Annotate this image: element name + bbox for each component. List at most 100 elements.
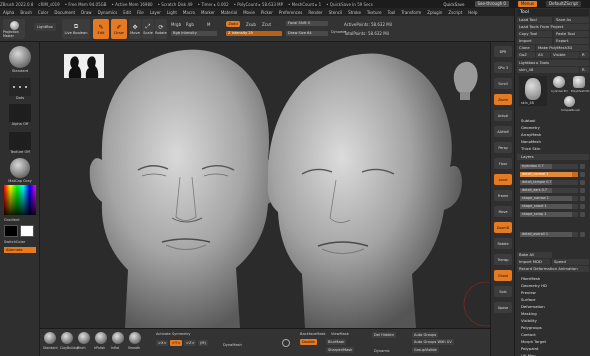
- menu-item[interactable]: Dynamics: [98, 10, 118, 15]
- right-shelf-button[interactable]: Solo: [494, 286, 512, 297]
- draw-size-slider[interactable]: Draw Size 64: [286, 31, 328, 36]
- right-shelf-button[interactable]: AAHalf: [494, 126, 512, 137]
- canvas-viewport[interactable]: [40, 42, 490, 328]
- layer-row[interactable]: detail_overall 1: [520, 232, 578, 237]
- quicksave-button[interactable]: QuickSave: [443, 2, 464, 7]
- menu-item[interactable]: Alpha: [3, 10, 14, 15]
- layer-visibility-icon[interactable]: [580, 180, 585, 185]
- right-shelf-button[interactable]: Transp: [494, 254, 512, 265]
- right-shelf-button[interactable]: Xpose: [494, 302, 512, 313]
- stroke-selector[interactable]: Dots: [3, 78, 37, 100]
- layer-visibility-icon[interactable]: [580, 164, 585, 169]
- right-shelf-button[interactable]: Scroll: [494, 78, 512, 89]
- default-zscript-button[interactable]: DefaultZScript: [546, 1, 581, 7]
- right-shelf-button[interactable]: BPR: [494, 46, 512, 57]
- sym-z-button[interactable]: >Z<: [184, 340, 197, 346]
- mrgb-toggle[interactable]: Mrgb: [171, 22, 181, 27]
- auto-groups-uv-button[interactable]: Auto Groups With UV: [412, 339, 454, 345]
- load-tools-from-project-button[interactable]: Load Tools From Project: [517, 24, 589, 30]
- brush-sphere-icon[interactable]: [95, 332, 107, 344]
- menu-item[interactable]: Movie: [243, 10, 255, 15]
- menu-item[interactable]: Edit: [123, 10, 131, 15]
- brush-sphere-icon[interactable]: [129, 332, 141, 344]
- alternate-button[interactable]: Alternate: [4, 247, 36, 253]
- tool-section-header[interactable]: FiberMesh: [517, 276, 589, 282]
- menu-item[interactable]: Draw: [81, 10, 91, 15]
- layer-row[interactable]: detail_normal 1: [520, 172, 578, 177]
- layer-visibility-icon[interactable]: [580, 232, 585, 237]
- layers-section-header[interactable]: Layers: [517, 154, 589, 160]
- right-shelf-button[interactable]: Rotate: [494, 238, 512, 249]
- right-shelf-button[interactable]: Move: [494, 206, 512, 217]
- sym-y-button[interactable]: >Y<: [170, 340, 183, 346]
- m-toggle[interactable]: M: [207, 22, 210, 27]
- brush-sphere-icon[interactable]: [112, 332, 124, 344]
- tool-section-header[interactable]: ArrayMesh: [517, 132, 589, 138]
- move-button[interactable]: ✥ Move: [129, 19, 141, 39]
- layer-row[interactable]: shape_narrow 1: [520, 196, 578, 201]
- menu-item[interactable]: Tool: [388, 10, 396, 15]
- export-button[interactable]: Export: [554, 38, 589, 44]
- menu-item[interactable]: Marker: [201, 10, 215, 15]
- bake-all-button[interactable]: Bake All: [517, 252, 552, 258]
- edit-button[interactable]: ✎ Edit: [93, 19, 109, 39]
- layer-visibility-icon[interactable]: [580, 212, 585, 217]
- menu-item[interactable]: Material: [221, 10, 237, 15]
- layer-visibility-icon[interactable]: [580, 204, 585, 209]
- tool-section-header[interactable]: Thick Skin: [517, 146, 589, 152]
- menu-item[interactable]: Light: [167, 10, 177, 15]
- tool-section-header[interactable]: Morph Target: [517, 339, 589, 345]
- load-tool-button[interactable]: Load Tool: [517, 17, 552, 23]
- all-button[interactable]: All: [536, 52, 550, 58]
- tool-name-slider[interactable]: skin_48: [517, 67, 579, 73]
- speed-slider[interactable]: Speed: [552, 259, 589, 265]
- copy-tool-button[interactable]: Copy Tool: [517, 31, 552, 37]
- live-boolean-button[interactable]: ⧉ Live Boolean: [62, 19, 90, 39]
- double-button[interactable]: Double: [300, 339, 317, 345]
- right-shelf-button[interactable]: Ghost: [494, 270, 512, 281]
- z-intensity-slider[interactable]: Z Intensity 25: [226, 31, 282, 36]
- menu-item[interactable]: Zplugin: [427, 10, 442, 15]
- zsub-button[interactable]: Zsub: [246, 22, 256, 27]
- right-shelf-button[interactable]: ZoomD: [494, 222, 512, 233]
- menu-item[interactable]: Preferences: [279, 10, 303, 15]
- zcut-button[interactable]: Zcut: [262, 22, 271, 27]
- paste-tool-button[interactable]: Paste Tool: [554, 31, 589, 37]
- layer-visibility-icon[interactable]: [580, 172, 585, 177]
- tool-section-header[interactable]: NanoMesh: [517, 139, 589, 145]
- tool-section-header[interactable]: Preview: [517, 290, 589, 296]
- layer-visibility-icon[interactable]: [580, 188, 585, 193]
- menu-item[interactable]: Texture: [367, 10, 382, 15]
- layer-row[interactable]: detail_ears 0.7: [520, 188, 578, 193]
- clone-button[interactable]: Clone: [517, 45, 535, 51]
- save-as-button[interactable]: Save As: [554, 17, 589, 23]
- tool-section-header[interactable]: Surface: [517, 297, 589, 303]
- lightbox-button[interactable]: LightBox: [34, 23, 56, 31]
- dynamic-subdiv-label[interactable]: Dynamic: [374, 349, 390, 353]
- import-mdd-button[interactable]: Import MDD: [517, 259, 550, 265]
- rgb-toggle[interactable]: Rgb: [186, 22, 194, 27]
- brush-sphere-icon[interactable]: [78, 332, 90, 344]
- brush-sphere-icon[interactable]: [44, 332, 56, 344]
- brush-selector[interactable]: Standard: [3, 46, 37, 73]
- switch-color-button[interactable]: SwitchColor: [4, 240, 25, 244]
- import-button[interactable]: Import: [517, 38, 552, 44]
- rotate-button[interactable]: ⟳ Rotate: [155, 19, 167, 39]
- color-picker[interactable]: [4, 185, 36, 215]
- right-shelf-button[interactable]: Persp: [494, 142, 512, 153]
- zadd-button[interactable]: Zadd: [226, 21, 240, 27]
- menu-item[interactable]: Macro: [183, 10, 195, 15]
- goz-button[interactable]: GoZ: [517, 52, 535, 58]
- layer-row[interactable]: shape_scrop 1: [520, 212, 578, 217]
- sharpen-mask-button[interactable]: SharpenMask: [326, 347, 355, 353]
- menu-item[interactable]: Stencil: [329, 10, 343, 15]
- tool-section-header[interactable]: Masking: [517, 311, 589, 317]
- dynamesh-button[interactable]: DynaMesh: [223, 343, 242, 347]
- menu-item[interactable]: Transform: [401, 10, 421, 15]
- menu-item[interactable]: Brush: [20, 10, 32, 15]
- backface-mask-button[interactable]: BackfaceMask: [300, 332, 326, 336]
- menu-item[interactable]: Layer: [150, 10, 161, 15]
- alpha-selector[interactable]: Alpha Off: [3, 104, 37, 126]
- menu-item[interactable]: Zscript: [448, 10, 462, 15]
- lightbox-tools-button[interactable]: Lightbox ▸ Tools: [517, 60, 589, 66]
